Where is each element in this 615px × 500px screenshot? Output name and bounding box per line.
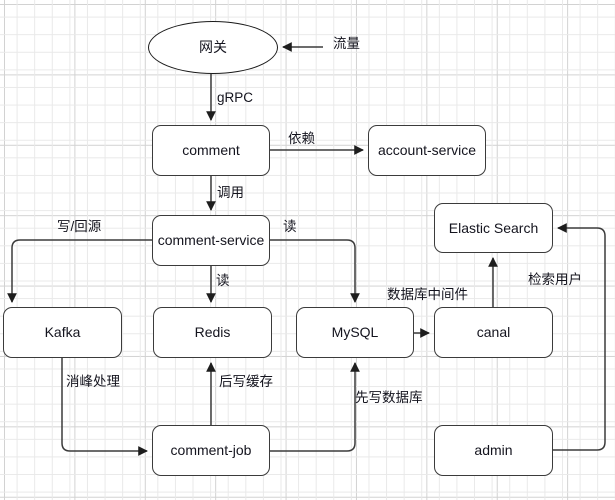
edge-label-write-or-source: 写/回源	[57, 219, 102, 234]
edge-label-read-redis: 读	[216, 273, 230, 288]
node-comment[interactable]: comment	[152, 125, 270, 176]
edge-label-invoke: 调用	[217, 185, 244, 200]
node-comment-service[interactable]: comment-service	[152, 215, 270, 266]
edge-label-traffic: 流量	[333, 36, 360, 51]
edge-label-write-behind-cache: 后写缓存	[219, 374, 273, 389]
node-redis[interactable]: Redis	[153, 307, 272, 358]
node-kafka[interactable]: Kafka	[3, 307, 122, 358]
node-comment-job-label: comment-job	[170, 442, 252, 458]
node-account-service[interactable]: account-service	[368, 125, 486, 176]
node-admin-label: admin	[474, 442, 513, 458]
node-mysql-label: MySQL	[331, 324, 379, 340]
node-mysql[interactable]: MySQL	[296, 307, 414, 358]
edge-label-db-middleware: 数据库中间件	[387, 287, 468, 302]
edge-label-grpc: gRPC	[217, 90, 254, 105]
diagram-canvas: 网关 comment account-service comment-servi…	[0, 0, 615, 500]
node-gateway-label: 网关	[199, 39, 227, 55]
edge-comment-job-to-mysql	[270, 362, 360, 452]
node-elastic-search-label: Elastic Search	[448, 219, 539, 236]
node-redis-label: Redis	[194, 324, 231, 340]
node-kafka-label: Kafka	[44, 324, 81, 340]
node-comment-service-label: comment-service	[157, 232, 265, 248]
node-admin[interactable]: admin	[434, 425, 553, 476]
edge-label-read-mysql: 读	[283, 219, 297, 234]
edge-comment-service-to-kafka	[7, 239, 152, 303]
node-elastic-search[interactable]: Elastic Search	[434, 203, 553, 253]
node-gateway[interactable]: 网关	[148, 21, 278, 74]
edge-kafka-to-comment-job	[61, 358, 148, 456]
edge-label-search-user: 检索用户	[528, 272, 582, 287]
node-comment-label: comment	[182, 142, 240, 158]
edge-admin-to-elastic-search	[553, 223, 606, 451]
edge-comment-service-to-mysql	[270, 239, 360, 303]
node-account-service-label: account-service	[377, 142, 477, 158]
edge-label-dependency: 依赖	[288, 131, 315, 146]
edge-label-peak-shaving: 消峰处理	[66, 374, 120, 389]
node-comment-job[interactable]: comment-job	[152, 425, 270, 476]
edge-label-write-db-first: 先写数据库	[355, 390, 423, 405]
node-canal-label: canal	[476, 324, 511, 340]
node-canal[interactable]: canal	[434, 307, 553, 358]
